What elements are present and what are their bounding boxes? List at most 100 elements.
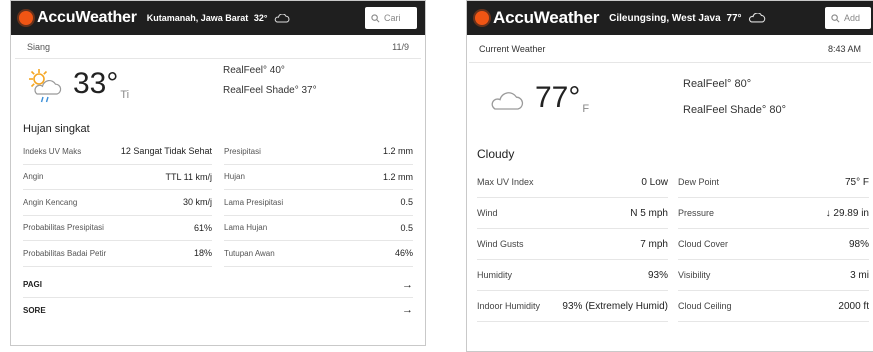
detail-label: Wind Gusts: [477, 239, 524, 249]
detail-value: 30 km/j: [182, 197, 212, 208]
detail-value: 3 mi: [850, 269, 869, 281]
detail-label: Angin: [23, 172, 44, 182]
detail-value: TTL 11 km/j: [165, 171, 212, 182]
detail-row: Probabilitas Badai Petir 18%: [23, 241, 212, 267]
header-location[interactable]: Kutamanah, Jawa Barat 32°: [147, 13, 290, 23]
accuweather-logo-icon: [475, 11, 489, 25]
link-pagi[interactable]: PAGI →: [23, 273, 413, 298]
top-bar: AccuWeather Cileungsing, West Java 77° A…: [467, 1, 873, 35]
search-icon: [371, 13, 380, 22]
detail-label: Pressure: [678, 208, 715, 218]
detail-row: Angin TTL 11 km/j: [23, 165, 212, 190]
temp-value: 77°: [535, 81, 581, 114]
detail-label: Humidity: [477, 270, 513, 280]
detail-value: 2000 ft: [838, 300, 869, 312]
realfeel-block: RealFeel° 40° RealFeel Shade° 37°: [223, 61, 317, 101]
detail-row: Dew Point 75° F: [678, 167, 869, 198]
current-conditions: 33° Ti RealFeel° 40° RealFeel Shade° 37°: [11, 59, 425, 117]
detail-row: Presipitasi 1.2 mm: [224, 139, 413, 165]
detail-row: Wind N 5 mph: [477, 198, 668, 229]
search-input[interactable]: Add: [825, 7, 871, 29]
cloud-icon: [274, 14, 290, 23]
detail-value: 0 Low: [641, 176, 668, 188]
details-grid: Indeks UV Maks 12 Sangat Tidak Sehat Presi…: [11, 139, 425, 267]
detail-value: 46%: [394, 248, 413, 259]
detail-label: Indeks UV Maks: [23, 146, 82, 156]
date-label: 11/9: [392, 41, 409, 52]
detail-label: Visibility: [678, 270, 711, 280]
search-placeholder: Cari: [384, 13, 401, 23]
detail-label: Wind: [477, 208, 498, 218]
search-placeholder: Add: [844, 13, 861, 23]
detail-row: Indoor Humidity 93% (Extremely Humid): [477, 291, 668, 322]
detail-label: Tutupan Awan: [224, 248, 275, 258]
search-icon: [831, 13, 840, 22]
detail-value: 98%: [848, 238, 869, 250]
top-bar: AccuWeather Kutamanah, Jawa Barat 32° Ca…: [11, 1, 425, 35]
detail-value: 61%: [193, 222, 212, 233]
detail-row: Tutupan Awan 46%: [224, 241, 413, 267]
detail-row: Cloud Cover 98%: [678, 229, 869, 260]
brand[interactable]: AccuWeather: [475, 8, 599, 28]
sun-cloud-rain-icon: [29, 69, 62, 103]
detail-value: 75° F: [844, 176, 869, 188]
detail-label: Indoor Humidity: [477, 301, 541, 311]
link-label: SORE: [23, 305, 46, 315]
detail-value: 0.5: [400, 197, 413, 208]
detail-value: ↓ 29.89 in: [825, 207, 869, 219]
realfeel-shade: RealFeel Shade° 80°: [683, 104, 786, 116]
period-header: Current Weather 8:43 AM: [469, 35, 871, 63]
current-conditions: 77° F RealFeel° 80° RealFeel Shade° 80°: [467, 63, 873, 137]
detail-row: Angin Kencang 30 km/j: [23, 190, 212, 216]
realfeel-shade: RealFeel Shade° 37°: [223, 85, 317, 96]
detail-row: Probabilitas Presipitasi 61%: [23, 216, 212, 241]
header-location[interactable]: Cileungsing, West Java 77°: [609, 13, 766, 24]
current-temp: 77° F: [535, 81, 589, 115]
detail-label: Max UV Index: [477, 177, 534, 187]
realfeel-block: RealFeel° 80° RealFeel Shade° 80°: [683, 71, 786, 123]
location-name: Kutamanah, Jawa Barat: [146, 12, 249, 23]
detail-row: Visibility 3 mi: [678, 260, 869, 291]
period-links: PAGI → SORE →: [11, 273, 425, 323]
period-label: Current Weather: [479, 43, 546, 54]
link-label: PAGI: [23, 280, 42, 289]
detail-row: Max UV Index 0 Low: [477, 167, 668, 198]
temp-unit: F: [582, 103, 590, 115]
detail-value: 0.5: [400, 222, 413, 233]
detail-row: Indeks UV Maks 12 Sangat Tidak Sehat: [23, 139, 212, 165]
detail-label: Cloud Ceiling: [678, 301, 732, 311]
condition-text: Hujan singkat: [23, 123, 90, 135]
detail-row: Lama Hujan 0.5: [224, 216, 413, 241]
brand-name: AccuWeather: [37, 9, 137, 26]
detail-value: 12 Sangat Tidak Sehat: [120, 146, 212, 157]
detail-row: Cloud Ceiling 2000 ft: [678, 291, 869, 322]
arrow-right-icon: →: [402, 304, 413, 316]
header-temp: 77°: [726, 12, 742, 24]
detail-label: Probabilitas Presipitasi: [23, 223, 104, 233]
detail-row: Pressure ↓ 29.89 in: [678, 198, 869, 229]
period-label: Siang: [27, 41, 51, 52]
detail-value: N 5 mph: [630, 207, 668, 219]
detail-value: 93%: [647, 269, 668, 281]
temp-unit: Ti: [120, 89, 130, 101]
detail-value: 18%: [193, 248, 212, 259]
search-input[interactable]: Cari: [365, 7, 417, 29]
header-temp: 32°: [253, 12, 268, 23]
detail-value: 1.2 mm: [382, 146, 413, 157]
realfeel: RealFeel° 80°: [683, 78, 752, 90]
link-sore[interactable]: SORE →: [23, 298, 413, 323]
detail-label: Presipitasi: [224, 146, 261, 156]
time-label: 8:43 AM: [827, 43, 861, 54]
details-grid: Max UV Index 0 Low Dew Point 75° F Wind N 5 m…: [467, 167, 873, 322]
brand-name: AccuWeather: [493, 8, 600, 27]
realfeel: RealFeel° 40°: [223, 65, 285, 76]
detail-value: 93% (Extremely Humid): [562, 300, 668, 312]
detail-label: Dew Point: [678, 177, 720, 187]
detail-row: Lama Presipitasi 0.5: [224, 190, 413, 216]
temp-value: 33°: [73, 67, 119, 100]
condition-text: Cloudy: [477, 147, 515, 161]
brand[interactable]: AccuWeather: [19, 9, 137, 27]
weather-panel-indonesian: AccuWeather Kutamanah, Jawa Barat 32° Ca…: [10, 0, 426, 346]
detail-label: Lama Hujan: [224, 223, 268, 233]
detail-row: Humidity 93%: [477, 260, 668, 291]
